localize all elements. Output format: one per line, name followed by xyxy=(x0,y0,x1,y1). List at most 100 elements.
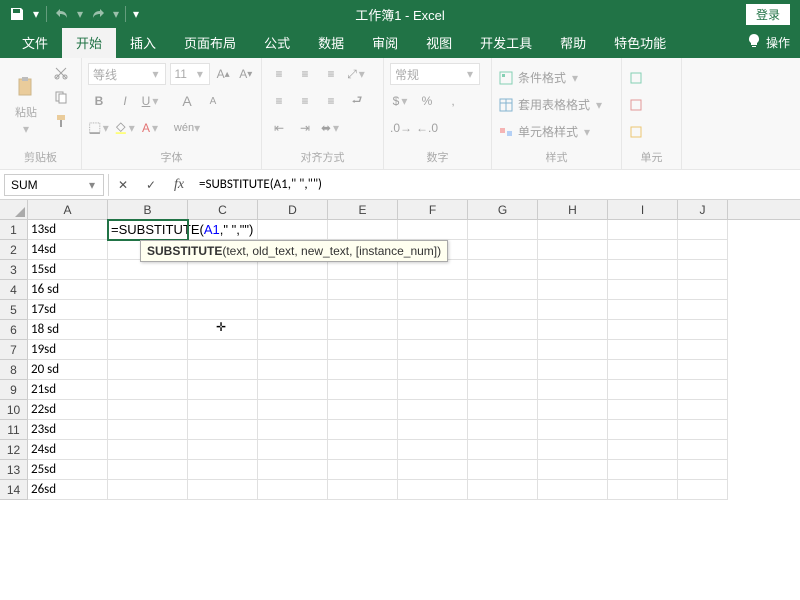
cell[interactable] xyxy=(258,460,328,480)
font-color-button[interactable]: A▾ xyxy=(140,117,162,139)
format-cells-button[interactable] xyxy=(628,120,675,144)
cell[interactable] xyxy=(678,240,728,260)
increase-decimal-icon[interactable]: .0→ xyxy=(390,117,412,139)
tab-data[interactable]: 数据 xyxy=(304,27,358,58)
insert-function-icon[interactable]: fx xyxy=(165,174,193,196)
cell[interactable] xyxy=(538,440,608,460)
row-header[interactable]: 8 xyxy=(0,360,28,380)
tab-file[interactable]: 文件 xyxy=(8,27,62,58)
cell[interactable] xyxy=(398,260,468,280)
cell[interactable] xyxy=(108,460,188,480)
cell[interactable] xyxy=(678,480,728,500)
cell[interactable] xyxy=(108,360,188,380)
cell[interactable] xyxy=(678,400,728,420)
cell[interactable] xyxy=(398,480,468,500)
cell[interactable] xyxy=(108,420,188,440)
cell[interactable] xyxy=(608,220,678,240)
row-header[interactable]: 4 xyxy=(0,280,28,300)
decrease-font-icon[interactable]: A▾ xyxy=(236,63,255,85)
align-middle-icon[interactable]: ≡ xyxy=(294,63,316,85)
cell[interactable] xyxy=(608,300,678,320)
cell[interactable]: 17sd xyxy=(28,300,108,320)
cell[interactable] xyxy=(468,360,538,380)
cell[interactable] xyxy=(468,440,538,460)
row-header[interactable]: 5 xyxy=(0,300,28,320)
accounting-format-icon[interactable]: $▾ xyxy=(390,90,412,112)
cell[interactable] xyxy=(328,220,398,240)
cell[interactable] xyxy=(328,360,398,380)
comma-format-icon[interactable]: , xyxy=(442,90,464,112)
tab-developer[interactable]: 开发工具 xyxy=(466,27,546,58)
cell[interactable] xyxy=(188,400,258,420)
cell[interactable]: 20 sd xyxy=(28,360,108,380)
increase-font-icon[interactable]: A▴ xyxy=(214,63,233,85)
cell[interactable] xyxy=(108,400,188,420)
cell[interactable] xyxy=(468,380,538,400)
column-header[interactable]: A xyxy=(28,200,108,219)
cell[interactable] xyxy=(608,260,678,280)
cell[interactable] xyxy=(108,340,188,360)
cell[interactable] xyxy=(258,280,328,300)
cell[interactable] xyxy=(678,320,728,340)
cell[interactable]: =SUBSTITUTE(A1," ","") xyxy=(108,220,188,240)
cell[interactable] xyxy=(538,300,608,320)
cell[interactable] xyxy=(468,280,538,300)
conditional-format-button[interactable]: 条件格式▾ xyxy=(498,66,615,90)
cell[interactable]: 21sd xyxy=(28,380,108,400)
column-header[interactable]: E xyxy=(328,200,398,219)
cell[interactable] xyxy=(608,340,678,360)
cell[interactable] xyxy=(398,300,468,320)
tab-insert[interactable]: 插入 xyxy=(116,27,170,58)
cell[interactable] xyxy=(678,440,728,460)
column-header[interactable]: D xyxy=(258,200,328,219)
cell[interactable] xyxy=(328,420,398,440)
cell[interactable] xyxy=(258,300,328,320)
delete-cells-button[interactable] xyxy=(628,93,675,117)
column-header[interactable]: C xyxy=(188,200,258,219)
phonetic-button[interactable]: wén▾ xyxy=(176,117,198,139)
cell[interactable]: 22sd xyxy=(28,400,108,420)
cell[interactable] xyxy=(608,480,678,500)
underline-button[interactable]: U▾ xyxy=(140,90,162,112)
cell[interactable] xyxy=(538,260,608,280)
cell[interactable] xyxy=(328,340,398,360)
cell[interactable] xyxy=(328,280,398,300)
tab-review[interactable]: 审阅 xyxy=(358,27,412,58)
cell[interactable] xyxy=(398,280,468,300)
login-button[interactable]: 登录 xyxy=(746,4,790,25)
cell[interactable] xyxy=(608,440,678,460)
cell[interactable] xyxy=(678,380,728,400)
cell[interactable] xyxy=(608,360,678,380)
cell[interactable]: 18 sd xyxy=(28,320,108,340)
row-header[interactable]: 1 xyxy=(0,220,28,240)
column-header[interactable]: I xyxy=(608,200,678,219)
cell[interactable] xyxy=(258,440,328,460)
cut-icon[interactable] xyxy=(50,62,72,84)
cell[interactable] xyxy=(188,420,258,440)
cell[interactable] xyxy=(108,300,188,320)
cell[interactable] xyxy=(608,460,678,480)
cell[interactable] xyxy=(258,400,328,420)
merge-button[interactable]: ⬌▾ xyxy=(320,117,342,139)
cell[interactable] xyxy=(188,340,258,360)
cell[interactable] xyxy=(398,220,468,240)
cell[interactable] xyxy=(468,480,538,500)
font-name-combo[interactable]: 等线▾ xyxy=(88,63,166,85)
row-header[interactable]: 14 xyxy=(0,480,28,500)
row-header[interactable]: 6 xyxy=(0,320,28,340)
cell[interactable] xyxy=(678,280,728,300)
cell[interactable] xyxy=(188,300,258,320)
cell[interactable] xyxy=(328,400,398,420)
cell[interactable] xyxy=(108,440,188,460)
cell[interactable] xyxy=(678,340,728,360)
cell[interactable] xyxy=(538,480,608,500)
cell[interactable] xyxy=(678,460,728,480)
name-box[interactable]: SUM▾ xyxy=(4,174,104,196)
row-header[interactable]: 12 xyxy=(0,440,28,460)
redo-dropdown-icon[interactable]: ▾ xyxy=(111,3,121,25)
accept-formula-icon[interactable]: ✓ xyxy=(137,174,165,196)
cell[interactable] xyxy=(258,480,328,500)
column-header[interactable]: J xyxy=(678,200,728,219)
tell-me[interactable]: 操作 xyxy=(736,27,800,58)
cell[interactable] xyxy=(538,420,608,440)
